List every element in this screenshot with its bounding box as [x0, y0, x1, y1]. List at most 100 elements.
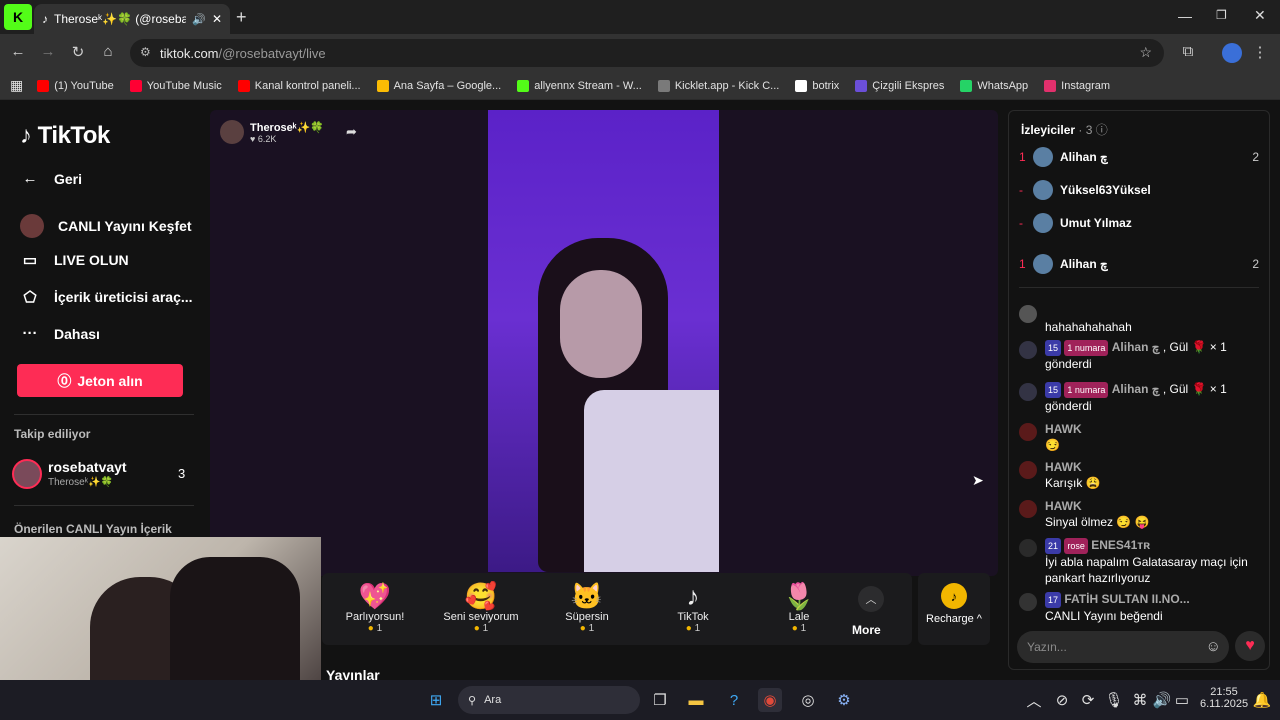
viewer-score: 2 — [1252, 150, 1259, 164]
help-circle-icon[interactable]: ⓘ — [1096, 123, 1108, 137]
bookmark-item[interactable]: botrix — [795, 79, 840, 92]
network-icon[interactable]: ⌘ — [1128, 688, 1152, 712]
recharge-button[interactable]: ♪ Recharge ^ — [918, 573, 990, 645]
windows-start-icon[interactable]: ⊞ — [424, 688, 448, 712]
chat-text: Karışık 😩 — [1045, 476, 1101, 490]
minimize-icon[interactable]: — — [1178, 8, 1192, 24]
gift-name: Lale — [788, 611, 810, 623]
home-icon[interactable]: ⌂ — [98, 43, 118, 60]
back-link[interactable]: ← Geri — [20, 170, 83, 187]
avatar[interactable] — [1019, 500, 1037, 518]
close-tab-icon[interactable]: ✕ — [212, 12, 222, 26]
chat-username[interactable]: HAWK — [1045, 460, 1082, 474]
avatar[interactable] — [1019, 539, 1037, 557]
sidebar-item-live-explore[interactable]: CANLI Yayını Keşfet — [20, 214, 192, 238]
bookmark-item[interactable]: Ana Sayfa – Google... — [376, 79, 501, 92]
tiktok-logo[interactable]: ♪ TikTok — [20, 122, 110, 150]
browser-toolbar: ← → ↻ ⌂ ⚙ tiktok.com/@rosebatvayt/live ☆… — [0, 34, 1280, 72]
chat-text: CANLI Yayını beğendi — [1045, 609, 1163, 623]
avatar[interactable] — [1019, 593, 1037, 611]
following-user-row[interactable]: rosebatvayt Theroseᵏ✨🍀 3 — [12, 457, 198, 491]
gift-item[interactable]: 🌷 Lale ● 1 — [754, 581, 844, 634]
forward-arrow-icon[interactable]: → — [38, 43, 58, 60]
gift-item[interactable]: 🥰 Seni seviyorum ● 1 — [436, 581, 526, 634]
speaker-icon[interactable]: 🔊 — [192, 13, 206, 26]
gift-item[interactable]: 💖 Parlıyorsun! ● 1 — [330, 581, 420, 634]
bookmark-item[interactable]: WhatsApp — [960, 79, 1028, 92]
restore-icon[interactable]: ❐ — [1216, 8, 1227, 22]
bookmark-star-icon[interactable]: ☆ — [1139, 44, 1152, 61]
apps-grid-icon[interactable]: ▦ — [10, 77, 23, 94]
obs-icon[interactable]: ◎ — [796, 688, 820, 712]
sidebar-item-go-live[interactable]: ▭ LIVE OLUN — [20, 251, 129, 269]
sync-icon[interactable]: ⟳ — [1076, 688, 1100, 712]
viewer-row[interactable]: - Yüksel63Yüksel — [1019, 180, 1259, 200]
avatar[interactable] — [1019, 423, 1037, 441]
file-explorer-icon[interactable]: ▬ — [684, 688, 708, 712]
avatar[interactable] — [1019, 341, 1037, 359]
browser-tab-active[interactable]: ♪ Theroseᵏ✨🍀 (@rosebatvaytt 🔊 ✕ — [34, 4, 230, 34]
video-feed[interactable] — [488, 110, 719, 572]
chat-username[interactable]: Alihan چ — [1112, 382, 1160, 396]
network-off-icon[interactable]: ⊘ — [1050, 688, 1074, 712]
battery-icon[interactable]: ▭ — [1170, 688, 1194, 712]
viewer-row[interactable]: 1 Alihan چ 2 — [1019, 254, 1259, 274]
emoji-icon[interactable]: ☺ — [1206, 638, 1221, 655]
live-stream-player[interactable]: Theroseᵏ✨🍀 ♥ 6.2K ➦ — [210, 110, 998, 576]
bookmark-label: botrix — [812, 79, 840, 92]
steam-icon[interactable]: ⚙ — [832, 688, 856, 712]
viewer-row[interactable]: 1 Alihan چ 2 — [1019, 147, 1259, 167]
chat-username[interactable]: Alihan چ — [1112, 340, 1160, 354]
bookmark-item[interactable]: allyennx Stream - W... — [517, 79, 642, 92]
bookmark-item[interactable]: Instagram — [1044, 79, 1110, 92]
sidebar-item-creator-tools[interactable]: ⬠ İçerik üreticisi araç... — [20, 288, 192, 306]
viewer-row[interactable]: - Umut Yılmaz — [1019, 213, 1259, 233]
site-info-icon[interactable]: ⚙ — [140, 45, 151, 59]
like-heart-icon[interactable]: ♥ — [1235, 631, 1265, 661]
help-icon[interactable]: ? — [722, 688, 746, 712]
get-coins-button[interactable]: ⓪ Jeton alın — [17, 364, 183, 397]
bookmark-item[interactable]: Kanal kontrol paneli... — [237, 79, 361, 92]
avatar[interactable] — [1019, 305, 1037, 323]
back-arrow-icon[interactable]: ← — [8, 43, 28, 60]
chat-username[interactable]: HAWK — [1045, 422, 1082, 436]
new-tab-icon[interactable]: + — [236, 7, 247, 28]
chrome-icon[interactable]: ◉ — [758, 688, 782, 712]
gift-item[interactable]: ♪ TikTok ● 1 — [648, 581, 738, 634]
clock-time: 21:55 — [1210, 686, 1238, 698]
host-name[interactable]: Theroseᵏ✨🍀 — [250, 121, 324, 134]
chat-username[interactable]: HAWK — [1045, 499, 1082, 513]
gift-item[interactable]: 🐱 Süpersin ● 1 — [542, 581, 632, 634]
host-avatar[interactable] — [220, 120, 244, 144]
address-bar[interactable]: ⚙ tiktok.com/@rosebatvayt/live ☆ — [130, 39, 1164, 67]
bookmark-favicon-icon — [855, 79, 868, 92]
avatar[interactable] — [1019, 461, 1037, 479]
avatar[interactable] — [1019, 383, 1037, 401]
profile-avatar[interactable] — [1222, 43, 1242, 63]
chat-text: 😏 — [1045, 438, 1060, 452]
taskbar-search[interactable]: ⚲ Ara — [458, 686, 640, 714]
microphone-icon[interactable]: 🎙 — [1102, 688, 1126, 712]
more-gifts-button[interactable]: More — [852, 623, 881, 637]
clock[interactable]: 21:55 6.11.2025 — [1200, 686, 1248, 710]
chat-input[interactable]: Yazın... ☺ — [1017, 631, 1229, 663]
bookmark-item[interactable]: Kicklet.app - Kick C... — [657, 79, 779, 92]
notification-bell-icon[interactable]: 🔔 — [1250, 688, 1274, 712]
extensions-icon[interactable]: ⧉ — [1178, 43, 1198, 60]
share-icon[interactable]: ➦ — [346, 124, 357, 140]
chevron-up-icon[interactable]: ︿ — [858, 586, 884, 612]
bookmark-item[interactable]: (1) YouTube — [37, 79, 114, 92]
sidebar-item-more[interactable]: ··· Dahası — [20, 325, 100, 342]
level-badge: 15 — [1045, 340, 1062, 356]
chat-username[interactable]: ENES41ᴛʀ — [1091, 538, 1150, 552]
menu-kebab-icon[interactable]: ⋮ — [1250, 43, 1270, 61]
tiktok-favicon-icon: ♪ — [42, 12, 48, 26]
close-window-icon[interactable]: ✕ — [1254, 7, 1266, 24]
bookmark-item[interactable]: Çizgili Ekspres — [855, 79, 944, 92]
kick-extension-icon[interactable]: K — [4, 4, 32, 30]
reload-icon[interactable]: ↻ — [68, 43, 88, 61]
tray-chevron-icon[interactable]: ︿ — [1022, 688, 1046, 712]
chat-username[interactable]: FATİH SULTAN II.NO... — [1064, 592, 1189, 606]
bookmark-item[interactable]: YouTube Music — [129, 79, 222, 92]
task-view-icon[interactable]: ❐ — [648, 688, 672, 712]
